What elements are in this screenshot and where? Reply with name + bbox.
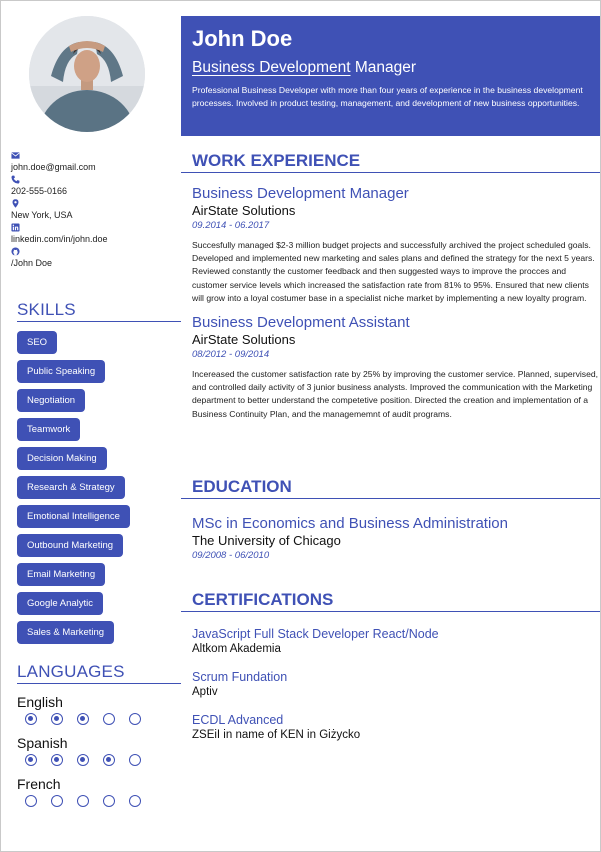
- location-pin-icon: [11, 199, 21, 209]
- contact-phone[interactable]: 202-555-0166: [11, 175, 181, 196]
- certification-name: ECDL Advanced: [192, 713, 284, 727]
- rating-dot-empty: [129, 713, 141, 725]
- work-heading: WORK EXPERIENCE: [181, 151, 600, 173]
- profile-photo: [29, 16, 145, 132]
- contact-location-text: New York, USA: [11, 210, 73, 220]
- education-heading: EDUCATION: [181, 477, 600, 499]
- skills-section: SKILLS SEO Public Speaking Negotiation Team…: [17, 300, 181, 650]
- rating-dot-empty: [129, 754, 141, 766]
- skill-tag: Teamwork: [17, 418, 81, 441]
- skill-tag: Public Speaking: [17, 360, 106, 383]
- rating-dot-filled: [25, 713, 37, 725]
- job-title: Business Development Manager: [192, 185, 409, 202]
- languages-section: LANGUAGES English Spanish French: [17, 662, 181, 810]
- github-icon: [11, 247, 21, 257]
- job-title: Business Development Assistant: [192, 314, 410, 332]
- contact-list: john.doe@gmail.com 202-555-0166 New York…: [11, 151, 181, 271]
- languages-heading: LANGUAGES: [17, 662, 181, 684]
- contact-location: New York, USA: [11, 199, 181, 220]
- rating-dot-filled: [51, 713, 63, 725]
- contact-email[interactable]: john.doe@gmail.com: [11, 151, 181, 172]
- skill-tag: SEO: [17, 331, 58, 354]
- language-name: French: [17, 776, 61, 792]
- education-entry: MSc in Economics and Business Administra…: [192, 515, 600, 561]
- skills-list: SEO Public Speaking Negotiation Teamwork Dec…: [17, 331, 181, 644]
- skill-tag: Negotiation: [17, 389, 86, 412]
- languages-list: English Spanish French: [17, 694, 181, 807]
- certification-name: JavaScript Full Stack Developer React/No…: [192, 627, 439, 641]
- contact-linkedin[interactable]: linkedin.com/in/john.doe: [11, 223, 181, 244]
- skill-tag: Outbound Marketing: [17, 534, 124, 557]
- resume-page: john.doe@gmail.com 202-555-0166 New York…: [0, 0, 601, 852]
- skill-tag: Google Analytic: [17, 592, 104, 615]
- rating-dot-empty: [25, 795, 37, 807]
- certification-issuer: ZSEiI in name of KEN in Giżycko: [192, 729, 361, 741]
- job-company: AirState Solutions: [192, 332, 296, 348]
- certification-entry: ECDL Advanced ZSEiI in name of KEN in Gi…: [192, 713, 600, 741]
- contact-email-text: john.doe@gmail.com: [11, 162, 96, 172]
- rating-dot-empty: [51, 795, 63, 807]
- language-name: English: [17, 694, 63, 710]
- education-section: EDUCATION MSc in Economics and Business …: [181, 477, 600, 561]
- rating-dot-filled: [25, 754, 37, 766]
- envelope-icon: [11, 151, 21, 161]
- phone-icon: [11, 175, 21, 185]
- resume-header: John Doe Business Development Manager Pr…: [181, 16, 600, 136]
- language-rating: [17, 795, 181, 807]
- job-dates: 08/2012 - 09/2014: [192, 349, 270, 361]
- person-name: John Doe: [192, 26, 293, 51]
- work-experience-section: WORK EXPERIENCE Business Development Man…: [181, 151, 600, 421]
- profile-summary: Professional Business Developer with mor…: [192, 85, 583, 108]
- job-company: AirState Solutions: [192, 203, 296, 218]
- job-entry: Business Development Manager AirState So…: [192, 185, 600, 305]
- job-description: Succesfully managed $2-3 million budget …: [192, 240, 595, 303]
- rating-dot-filled: [77, 754, 89, 766]
- job-entry: Business Development Assistant AirState …: [192, 314, 600, 421]
- language-rating: [17, 713, 181, 725]
- certification-issuer: Altkom Akademia: [192, 643, 281, 655]
- contact-linkedin-text: linkedin.com/in/john.doe: [11, 234, 108, 244]
- person-role: Business Development Manager: [192, 59, 416, 77]
- rating-dot-empty: [103, 713, 115, 725]
- rating-dot-empty: [129, 795, 141, 807]
- certifications-heading: CERTIFICATIONS: [181, 590, 600, 612]
- skill-tag: Research & Strategy: [17, 476, 125, 499]
- linkedin-icon: [11, 223, 21, 233]
- role-rest: Manager: [350, 59, 417, 76]
- skill-tag: Email Marketing: [17, 563, 106, 586]
- rating-dot-filled: [51, 754, 63, 766]
- education-school: The University of Chicago: [192, 533, 341, 548]
- skills-heading: SKILLS: [17, 300, 181, 322]
- skill-tag: Emotional Intelligence: [17, 505, 130, 528]
- certification-issuer: Aptiv: [192, 686, 218, 698]
- skill-tag: Sales & Marketing: [17, 621, 115, 644]
- job-description: Incereased the customer satisfaction rat…: [192, 369, 599, 419]
- role-underlined: Business Development: [192, 59, 351, 76]
- rating-dot-filled: [103, 754, 115, 766]
- certification-name: Scrum Fundation: [192, 670, 288, 684]
- language-name: Spanish: [17, 735, 68, 751]
- certification-entry: Scrum Fundation Aptiv: [192, 670, 600, 698]
- contact-github-text: /John Doe: [11, 258, 53, 268]
- education-dates: 09/2008 - 06/2010: [192, 550, 270, 561]
- contact-phone-text: 202-555-0166: [11, 186, 68, 196]
- rating-dot-empty: [77, 795, 89, 807]
- skill-tag: Decision Making: [17, 447, 107, 470]
- rating-dot-empty: [103, 795, 115, 807]
- education-degree: MSc in Economics and Business Administra…: [192, 515, 508, 532]
- certification-entry: JavaScript Full Stack Developer React/No…: [192, 627, 600, 655]
- job-dates: 09.2014 - 06.2017: [192, 220, 270, 231]
- language-rating: [17, 754, 181, 766]
- rating-dot-filled: [77, 713, 89, 725]
- contact-github[interactable]: /John Doe: [11, 247, 181, 268]
- certifications-section: CERTIFICATIONS JavaScript Full Stack Dev…: [181, 590, 600, 741]
